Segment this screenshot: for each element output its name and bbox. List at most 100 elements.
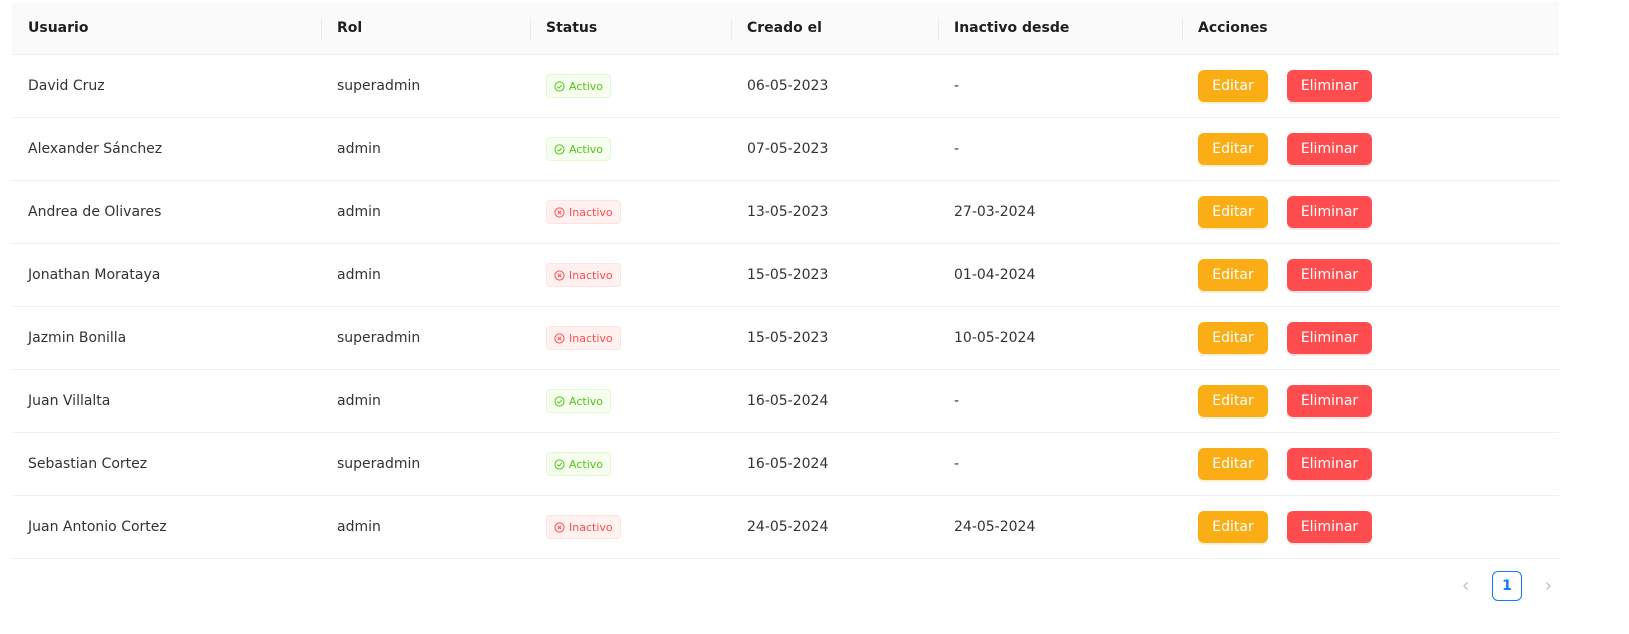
close-circle-icon [554, 206, 565, 218]
cell-actions: Editar Eliminar [1182, 495, 1559, 559]
status-badge: Inactivo [546, 326, 621, 350]
cell-user: Sebastian Cortez [12, 432, 321, 496]
delete-button[interactable]: Eliminar [1287, 322, 1372, 354]
check-circle-icon [554, 80, 565, 92]
cell-role: admin [321, 117, 530, 181]
delete-button[interactable]: Eliminar [1287, 259, 1372, 291]
cell-user: David Cruz [12, 54, 321, 118]
edit-button[interactable]: Editar [1198, 385, 1268, 417]
cell-inactive-since: 24-05-2024 [938, 495, 1182, 559]
cell-status: Activo [530, 54, 731, 118]
status-label: Activo [569, 79, 603, 93]
close-circle-icon [554, 332, 565, 344]
cell-user: Jonathan Morataya [12, 243, 321, 307]
cell-created: 07-05-2023 [731, 117, 938, 181]
close-circle-icon [554, 521, 565, 533]
status-label: Inactivo [569, 331, 613, 345]
cell-status: Inactivo [530, 306, 731, 370]
chevron-left-icon [1463, 582, 1468, 590]
table-row: David Cruz superadmin Activo 06-05-2023- Edi… [12, 54, 1559, 118]
cell-role: admin [321, 495, 530, 559]
cell-inactive-since: - [938, 369, 1182, 433]
chevron-right-icon [1546, 582, 1551, 590]
cell-created: 15-05-2023 [731, 306, 938, 370]
table-body: David Cruz superadmin Activo 06-05-2023- Edi… [12, 54, 1559, 559]
cell-created: 24-05-2024 [731, 495, 938, 559]
check-circle-icon [554, 143, 565, 155]
cell-user: Juan Villalta [12, 369, 321, 433]
edit-button[interactable]: Editar [1198, 133, 1268, 165]
cell-inactive-since: 10-05-2024 [938, 306, 1182, 370]
cell-status: Activo [530, 369, 731, 433]
delete-button[interactable]: Eliminar [1287, 511, 1372, 543]
status-badge: Activo [546, 452, 611, 476]
status-badge: Inactivo [546, 200, 621, 224]
cell-actions: Editar Eliminar [1182, 243, 1559, 307]
cell-actions: Editar Eliminar [1182, 432, 1559, 496]
cell-actions: Editar Eliminar [1182, 180, 1559, 244]
cell-status: Activo [530, 432, 731, 496]
delete-button[interactable]: Eliminar [1287, 70, 1372, 102]
cell-status: Activo [530, 117, 731, 181]
pagination-prev-button[interactable] [1452, 571, 1480, 601]
pagination-next-button[interactable] [1534, 571, 1562, 601]
table-row: Juan Villalta admin Activo 16-05-2024- Edita… [12, 369, 1559, 433]
pagination: 1 [1452, 571, 1562, 601]
header-inactive-since: Inactivo desde [938, 2, 1182, 55]
pagination-page-item[interactable]: 1 [1492, 571, 1522, 601]
table-header-row: Usuario Rol Status Creado el Inactivo de… [12, 2, 1559, 55]
delete-button[interactable]: Eliminar [1287, 133, 1372, 165]
cell-inactive-since: 01-04-2024 [938, 243, 1182, 307]
status-badge: Inactivo [546, 263, 621, 287]
cell-status: Inactivo [530, 180, 731, 244]
cell-inactive-since: - [938, 54, 1182, 118]
cell-actions: Editar Eliminar [1182, 54, 1559, 118]
cell-created: 16-05-2024 [731, 369, 938, 433]
users-table: Usuario Rol Status Creado el Inactivo de… [12, 2, 1559, 559]
delete-button[interactable]: Eliminar [1287, 448, 1372, 480]
edit-button[interactable]: Editar [1198, 511, 1268, 543]
cell-created: 13-05-2023 [731, 180, 938, 244]
delete-button[interactable]: Eliminar [1287, 196, 1372, 228]
status-badge: Activo [546, 137, 611, 161]
cell-role: superadmin [321, 432, 530, 496]
header-role: Rol [321, 2, 530, 55]
cell-user: Alexander Sánchez [12, 117, 321, 181]
status-label: Inactivo [569, 520, 613, 534]
cell-user: Jazmin Bonilla [12, 306, 321, 370]
close-circle-icon [554, 269, 565, 281]
cell-role: admin [321, 180, 530, 244]
table-row: Juan Antonio Cortez admin Inactivo 24-05-20… [12, 495, 1559, 559]
cell-inactive-since: - [938, 117, 1182, 181]
users-table-container: Usuario Rol Status Creado el Inactivo de… [12, 2, 1559, 559]
cell-user: Juan Antonio Cortez [12, 495, 321, 559]
header-created: Creado el [731, 2, 938, 55]
status-label: Activo [569, 457, 603, 471]
cell-actions: Editar Eliminar [1182, 117, 1559, 181]
cell-status: Inactivo [530, 243, 731, 307]
edit-button[interactable]: Editar [1198, 196, 1268, 228]
cell-role: superadmin [321, 306, 530, 370]
status-label: Inactivo [569, 205, 613, 219]
status-badge: Activo [546, 389, 611, 413]
check-circle-icon [554, 458, 565, 470]
edit-button[interactable]: Editar [1198, 259, 1268, 291]
status-label: Activo [569, 142, 603, 156]
edit-button[interactable]: Editar [1198, 70, 1268, 102]
cell-status: Inactivo [530, 495, 731, 559]
table-row: Jazmin Bonilla superadmin Inactivo 15-05-20… [12, 306, 1559, 370]
edit-button[interactable]: Editar [1198, 448, 1268, 480]
table-row: Sebastian Cortez superadmin Activo 16-05-20… [12, 432, 1559, 496]
cell-created: 06-05-2023 [731, 54, 938, 118]
status-badge: Inactivo [546, 515, 621, 539]
header-status: Status [530, 2, 731, 55]
cell-actions: Editar Eliminar [1182, 306, 1559, 370]
header-user: Usuario [12, 2, 321, 55]
status-label: Inactivo [569, 268, 613, 282]
cell-role: superadmin [321, 54, 530, 118]
cell-role: admin [321, 243, 530, 307]
edit-button[interactable]: Editar [1198, 322, 1268, 354]
table-row: Jonathan Morataya admin Inactivo 15-05-2023… [12, 243, 1559, 307]
delete-button[interactable]: Eliminar [1287, 385, 1372, 417]
cell-user: Andrea de Olivares [12, 180, 321, 244]
